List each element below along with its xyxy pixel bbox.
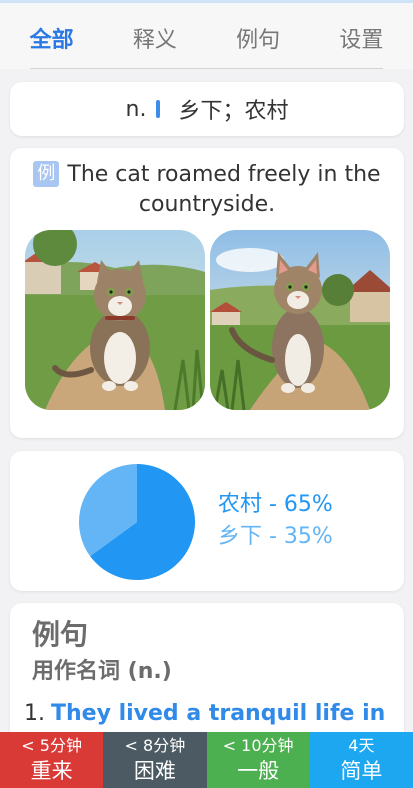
tab-all[interactable]: 全部 (20, 3, 84, 69)
rate-again-button[interactable]: < 5分钟 重来 (0, 732, 104, 788)
tab-definition[interactable]: 释义 (123, 3, 187, 69)
definition-separator (156, 100, 161, 118)
tab-settings[interactable]: 设置 (329, 3, 393, 69)
rate-easy-time: 4天 (348, 736, 375, 755)
definition-meaning: 乡下；农村 (178, 99, 289, 124)
chart-legend: 农村 - 65% 乡下 - 35% (218, 489, 333, 553)
rate-hard-time: < 8分钟 (124, 736, 186, 755)
rate-good-label: 一般 (237, 759, 280, 783)
tab-examples[interactable]: 例句 (226, 3, 290, 69)
legend-item-countryside: 农村 - 65% (218, 492, 333, 517)
rate-again-time: < 5分钟 (21, 736, 82, 755)
example-sentence-block: 例 The cat roamed freely in the countrysid… (28, 160, 386, 220)
cat-countryside-image (210, 230, 390, 410)
rate-good-button[interactable]: < 10分钟 一般 (206, 732, 310, 788)
rate-again-label: 重来 (30, 759, 73, 783)
pie-chart (79, 464, 195, 580)
example-image-2[interactable] (210, 230, 390, 410)
example-card: 例 The cat roamed freely in the countrysid… (10, 148, 404, 438)
example-sentence: The cat roamed freely in the countryside… (67, 162, 381, 217)
sentence-text: They lived a tranquil life in (51, 701, 386, 726)
tab-bar: 全部 释义 例句 设置 (0, 3, 413, 69)
sentence-number: 1. (24, 701, 45, 726)
part-of-speech: n. (125, 96, 147, 122)
rate-good-time: < 10分钟 (222, 736, 294, 755)
legend-item-village: 乡下 - 35% (218, 524, 333, 549)
example-sentences-card: 例句 用作名词 (n.) 1. They lived a tranquil lif… (10, 603, 404, 753)
definition-card: n. 乡下；农村 (10, 82, 404, 136)
cat-countryside-image (25, 230, 205, 410)
rate-hard-button[interactable]: < 8分钟 困难 (103, 732, 207, 788)
sentence-item[interactable]: 1. They lived a tranquil life in (24, 701, 385, 726)
rating-bar: < 5分钟 重来 < 8分钟 困难 < 10分钟 一般 4天 简单 (0, 732, 413, 788)
chart-card: 农村 - 65% 乡下 - 35% (10, 451, 404, 591)
tab-divider (30, 68, 383, 69)
rate-easy-label: 简单 (340, 759, 383, 783)
rate-easy-button[interactable]: 4天 简单 (309, 732, 413, 788)
example-badge: 例 (33, 161, 60, 187)
section-subtitle: 用作名词 (n.) (32, 659, 172, 684)
section-title: 例句 (32, 618, 89, 651)
rate-hard-label: 困难 (133, 759, 176, 783)
example-image-1[interactable] (25, 230, 205, 410)
